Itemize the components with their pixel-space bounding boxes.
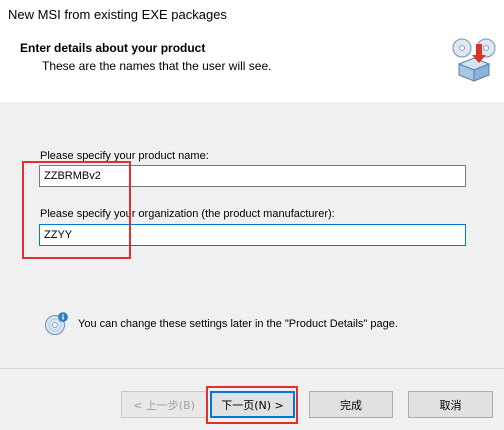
wizard-window: New MSI from existing EXE packages Enter… [0,0,504,430]
footer-divider [0,368,504,369]
cd-info-icon [45,312,68,335]
product-name-input[interactable] [39,165,466,187]
next-button[interactable]: 下一页(N) > [210,391,295,418]
product-name-label: Please specify your product name: [40,150,209,162]
info-text: You can change these settings later in t… [78,318,398,330]
organization-input[interactable] [39,224,466,246]
organization-label: Please specify your organization (the pr… [40,208,335,220]
cancel-button[interactable]: 取消 [408,391,493,418]
wizard-header: Enter details about your product These a… [0,31,504,103]
window-title: New MSI from existing EXE packages [8,7,227,22]
title-bar: New MSI from existing EXE packages [0,0,504,31]
page-subheading: These are the names that the user will s… [42,59,272,73]
back-button[interactable]: < 上一步(B) [121,391,207,418]
package-cd-icon [452,38,496,82]
finish-button[interactable]: 完成 [309,391,393,418]
page-heading: Enter details about your product [20,41,206,55]
